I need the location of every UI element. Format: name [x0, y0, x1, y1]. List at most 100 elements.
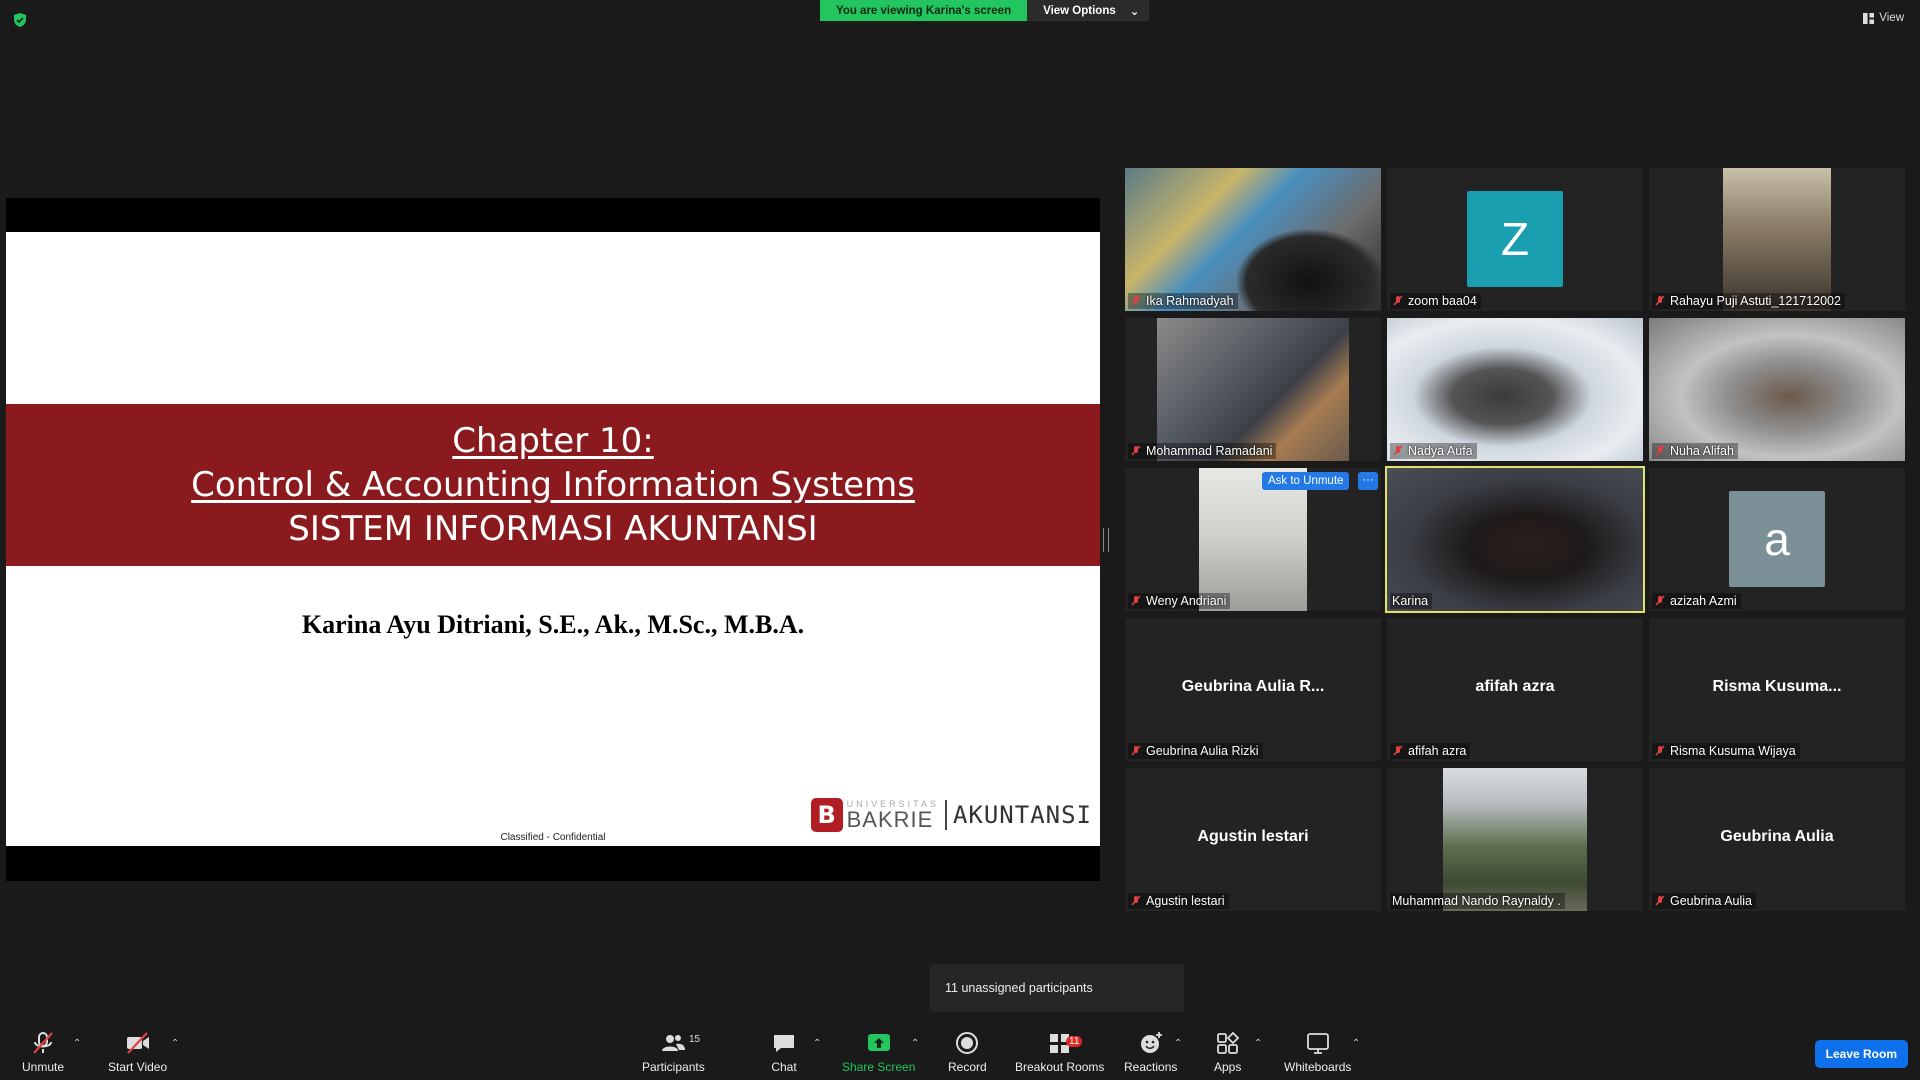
shared-screen[interactable]: Chapter 10: Control & Accounting Informa… — [6, 198, 1100, 881]
start-video-label: Start Video — [108, 1060, 168, 1074]
ask-to-unmute-button[interactable]: Ask to Unmute — [1262, 472, 1350, 490]
view-button[interactable]: View — [1863, 12, 1904, 24]
participant-name: Geubrina Aulia Rizki — [1146, 744, 1259, 758]
mic-muted-icon — [1393, 445, 1403, 456]
panel-splitter-handle[interactable] — [1103, 528, 1109, 552]
participant-display-name: Geubrina Aulia — [1720, 828, 1834, 845]
grid-view-icon — [1863, 12, 1875, 24]
reactions-icon — [1140, 1032, 1162, 1053]
mic-muted-icon — [1131, 745, 1141, 756]
mic-muted-icon — [1655, 295, 1665, 306]
share-options-chevron-icon[interactable]: ⌃ — [911, 1038, 919, 1049]
mic-muted-icon — [33, 1032, 53, 1054]
participant-tile[interactable]: Geubrina Aulia R... Geubrina Aulia Rizki — [1125, 618, 1381, 761]
participant-name-bar: Ika Rahmadyah — [1128, 293, 1238, 309]
participant-tile[interactable]: Geubrina Aulia Geubrina Aulia — [1649, 768, 1905, 911]
record-button[interactable]: Record — [948, 1030, 987, 1074]
start-video-button[interactable]: Start Video — [108, 1030, 167, 1074]
participant-name-bar: Agustin lestari — [1128, 893, 1229, 909]
unmute-button[interactable]: Unmute — [22, 1030, 64, 1074]
apps-label: Apps — [1214, 1060, 1242, 1074]
participant-tile[interactable]: Ika Rahmadyah — [1125, 168, 1381, 311]
participants-icon — [662, 1035, 686, 1051]
participant-name: Risma Kusuma Wijaya — [1670, 744, 1796, 758]
slide-title-line2: Control & Accounting Information Systems — [191, 465, 915, 505]
participant-name: Nuha Alifah — [1670, 444, 1734, 458]
chevron-down-icon: ⌄ — [1129, 5, 1140, 18]
participant-tile[interactable]: afifah azra afifah azra — [1387, 618, 1643, 761]
record-label: Record — [948, 1060, 987, 1074]
participant-tile[interactable]: Nadya Aufa — [1387, 318, 1643, 461]
participant-tile[interactable]: Mohammad Ramadani — [1125, 318, 1381, 461]
leave-room-button[interactable]: Leave Room — [1814, 1040, 1908, 1068]
participant-tile[interactable]: Risma Kusuma... Risma Kusuma Wijaya — [1649, 618, 1905, 761]
participant-tile[interactable]: Z zoom baa04 — [1387, 168, 1643, 311]
chat-button[interactable]: Chat — [771, 1030, 797, 1074]
toast-text: 11 unassigned participants — [945, 981, 1093, 995]
mic-muted-icon — [1655, 745, 1665, 756]
slide-title-line1: Chapter 10: — [452, 421, 654, 461]
participant-tile[interactable]: Nuha Alifah — [1649, 318, 1905, 461]
breakout-count-badge: 11 — [1066, 1036, 1083, 1047]
participant-video-shadow — [1235, 228, 1381, 311]
participant-tile-active-speaker[interactable]: Karina — [1385, 466, 1645, 613]
mic-muted-icon — [1131, 295, 1141, 306]
participant-tile[interactable]: a azizah Azmi — [1649, 468, 1905, 611]
participant-tile[interactable]: Ask to Unmute ··· Weny Andriani — [1125, 468, 1381, 611]
mic-muted-icon — [1655, 445, 1665, 456]
participants-label: Participants — [642, 1060, 705, 1074]
participant-name: Agustin lestari — [1146, 894, 1225, 908]
participant-name-bar: Muhammad Nando Raynaldy . — [1390, 893, 1565, 909]
reactions-options-chevron-icon[interactable]: ⌃ — [1174, 1038, 1182, 1049]
mic-muted-icon — [1131, 895, 1141, 906]
chat-label: Chat — [771, 1060, 797, 1074]
video-options-chevron-icon[interactable]: ⌃ — [171, 1038, 179, 1049]
participant-name: Geubrina Aulia — [1670, 894, 1753, 908]
apps-button[interactable]: Apps — [1214, 1030, 1241, 1074]
participant-name-bar: Rahayu Puji Astuti_121712002 — [1652, 293, 1845, 309]
logo-mark: B — [810, 798, 843, 832]
participant-name-bar: Karina — [1390, 593, 1433, 609]
view-options-label: View Options — [1043, 4, 1116, 17]
slide-author: Karina Ayu Ditriani, S.E., Ak., M.Sc., M… — [301, 610, 805, 639]
mic-muted-icon — [1131, 595, 1141, 606]
apps-icon — [1216, 1031, 1239, 1054]
participant-name: Muhammad Nando Raynaldy . — [1392, 894, 1561, 908]
reactions-label: Reactions — [1124, 1060, 1178, 1074]
breakout-rooms-button[interactable]: Breakout Rooms — [1015, 1030, 1104, 1074]
participant-display-name: Geubrina Aulia R... — [1181, 678, 1325, 695]
share-screen-label: Share Screen — [842, 1060, 916, 1074]
participant-display-name: Agustin lestari — [1197, 828, 1309, 845]
whiteboard-icon — [1306, 1033, 1329, 1054]
reactions-button[interactable]: Reactions — [1124, 1030, 1177, 1074]
view-options-button[interactable]: View Options ⌄ — [1027, 0, 1150, 21]
security-shield-icon[interactable] — [12, 12, 28, 28]
participant-name-bar: afifah azra — [1390, 743, 1471, 759]
mic-muted-icon — [1655, 595, 1665, 606]
participant-display-name: afifah azra — [1475, 678, 1555, 695]
participant-tile[interactable]: Agustin lestari Agustin lestari — [1125, 768, 1381, 911]
logo-akuntansi: AKUNTANSI — [952, 801, 1092, 829]
unmute-label: Unmute — [22, 1060, 65, 1074]
participant-name: Mohammad Ramadani — [1146, 444, 1273, 458]
participant-display-name: Risma Kusuma... — [1712, 678, 1842, 695]
participant-video — [1157, 318, 1349, 461]
chat-icon — [774, 1035, 794, 1052]
whiteboards-options-chevron-icon[interactable]: ⌃ — [1352, 1038, 1360, 1049]
apps-options-chevron-icon[interactable]: ⌃ — [1254, 1038, 1262, 1049]
unassigned-participants-toast[interactable]: 11 unassigned participants — [930, 964, 1184, 1012]
share-screen-button[interactable]: Share Screen — [842, 1030, 915, 1074]
chat-options-chevron-icon[interactable]: ⌃ — [813, 1038, 821, 1049]
whiteboards-button[interactable]: Whiteboards — [1284, 1030, 1351, 1074]
presentation-slide: Chapter 10: Control & Accounting Informa… — [6, 232, 1100, 846]
participant-tile[interactable]: Muhammad Nando Raynaldy . — [1387, 768, 1643, 911]
viewing-screen-indicator: You are viewing Karina's screen View Opt… — [820, 0, 1150, 21]
participant-video — [1443, 768, 1587, 911]
participant-name-bar: Geubrina Aulia Rizki — [1128, 743, 1263, 759]
more-options-button[interactable]: ··· — [1358, 472, 1378, 490]
audio-options-chevron-icon[interactable]: ⌃ — [73, 1038, 81, 1049]
logo-bakrie: BAKRIE — [846, 806, 934, 832]
participant-tile[interactable]: Rahayu Puji Astuti_121712002 — [1649, 168, 1905, 311]
participant-avatar: Z — [1467, 191, 1563, 287]
slide-title-line3: SISTEM INFORMASI AKUNTANSI — [288, 509, 818, 549]
